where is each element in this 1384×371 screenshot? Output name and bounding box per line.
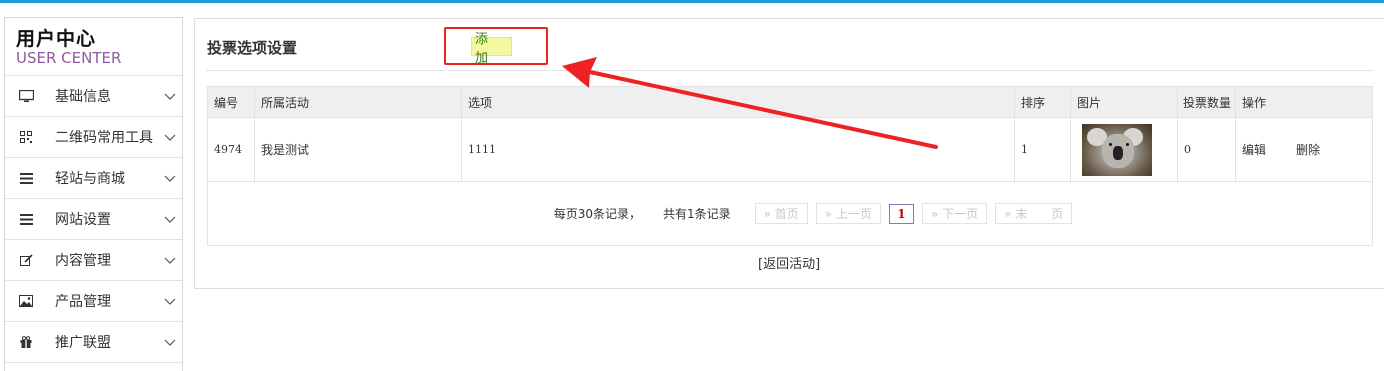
- sidebar-item-label: 产品管理: [55, 294, 111, 310]
- cell-id: 4974: [207, 117, 255, 182]
- cell-order: 1: [1014, 117, 1071, 182]
- list-icon: [18, 211, 34, 227]
- sidebar-subtitle: USER CENTER: [16, 49, 122, 67]
- chevron-down-icon: [164, 298, 176, 305]
- koala-thumbnail[interactable]: [1082, 123, 1152, 176]
- pagination: 每页30条记录， 共有1条记录 » 首页 » 上一页 1 » 下一页 » 末 页: [214, 203, 1372, 224]
- column-header-votes: 投票数量: [1177, 86, 1236, 118]
- total-records-text: 共有1条记录: [662, 207, 731, 221]
- cell-activity: 我是测试: [254, 117, 462, 182]
- cell-option: 1111: [461, 117, 1015, 182]
- column-header-id: 编号: [207, 86, 255, 118]
- vote-options-table: 编号 所属活动 选项 排序 图片 投票数量 操作 4974 我是测试 1111 …: [207, 86, 1373, 246]
- cell-image: [1070, 117, 1178, 182]
- edit-link[interactable]: 编辑: [1242, 141, 1266, 158]
- chevron-down-icon: [164, 134, 176, 141]
- column-header-option: 选项: [461, 86, 1015, 118]
- sidebar-item-label: 网站设置: [55, 212, 111, 228]
- column-header-order: 排序: [1014, 86, 1071, 118]
- per-page-text: 每页30条记录，: [553, 207, 641, 221]
- table-header-row: 编号 所属活动 选项 排序 图片 投票数量 操作: [207, 86, 1373, 118]
- sidebar-item-light-site-mall[interactable]: 轻站与商城: [5, 158, 182, 199]
- current-page-indicator[interactable]: 1: [888, 203, 914, 224]
- delete-link[interactable]: 删除: [1296, 141, 1320, 158]
- sidebar-item-label: 二维码常用工具: [55, 130, 153, 146]
- pager-cell: 每页30条记录， 共有1条记录 » 首页 » 上一页 1 » 下一页 » 末 页: [207, 181, 1373, 246]
- first-page-button[interactable]: » 首页: [754, 203, 808, 224]
- chevron-down-icon: [164, 175, 176, 182]
- chevron-down-icon: [164, 257, 176, 264]
- pager-row: 每页30条记录， 共有1条记录 » 首页 » 上一页 1 » 下一页 » 末 页: [207, 181, 1373, 246]
- sidebar-title: 用户中心: [16, 28, 97, 50]
- monitor-icon: [18, 88, 34, 104]
- last-page-button[interactable]: » 末 页: [995, 203, 1073, 224]
- cell-votes: 0: [1177, 117, 1236, 182]
- sidebar: 用户中心 USER CENTER 基础信息 二维码常用工具 轻站与商城 网站设置: [4, 17, 183, 371]
- sidebar-item-basic-info[interactable]: 基础信息: [5, 76, 182, 117]
- chevron-down-icon: [164, 93, 176, 100]
- list-icon: [18, 170, 34, 186]
- sidebar-item-label: 推广联盟: [55, 335, 111, 351]
- top-accent-bar: [0, 0, 1384, 3]
- highlight-box-annotation: [444, 27, 548, 65]
- column-header-actions: 操作: [1235, 86, 1373, 118]
- next-page-button[interactable]: » 下一页: [921, 203, 988, 224]
- title-divider: [207, 70, 1373, 71]
- chevron-down-icon: [164, 339, 176, 346]
- sidebar-item-label: 内容管理: [55, 253, 111, 269]
- edit-icon: [18, 252, 34, 268]
- gift-icon: [18, 334, 34, 350]
- back-to-activity-link[interactable]: [返回活动]: [758, 253, 820, 272]
- sidebar-item-qrcode-tools[interactable]: 二维码常用工具: [5, 117, 182, 158]
- image-icon: [18, 293, 34, 309]
- sidebar-item-product-management[interactable]: 产品管理: [5, 281, 182, 322]
- sidebar-item-content-management[interactable]: 内容管理: [5, 240, 182, 281]
- sidebar-item-label: 轻站与商城: [55, 171, 125, 187]
- prev-page-button[interactable]: » 上一页: [815, 203, 881, 224]
- sidebar-header: 用户中心 USER CENTER: [5, 18, 182, 76]
- qrcode-icon: [18, 129, 34, 145]
- cell-actions: 编辑 删除: [1235, 117, 1373, 182]
- main-panel: 投票选项设置 添 加 编号 所属活动 选项 排序 图片 投票数量 操作 4974…: [194, 18, 1384, 289]
- page-title: 投票选项设置: [207, 39, 298, 57]
- column-header-image: 图片: [1070, 86, 1178, 118]
- column-header-activity: 所属活动: [254, 86, 462, 118]
- chevron-down-icon: [164, 216, 176, 223]
- sidebar-item-promotion-alliance[interactable]: 推广联盟: [5, 322, 182, 363]
- sidebar-item-site-settings[interactable]: 网站设置: [5, 199, 182, 240]
- table-row: 4974 我是测试 1111 1 0 编辑 删除: [207, 117, 1373, 182]
- sidebar-item-label: 基础信息: [55, 89, 111, 105]
